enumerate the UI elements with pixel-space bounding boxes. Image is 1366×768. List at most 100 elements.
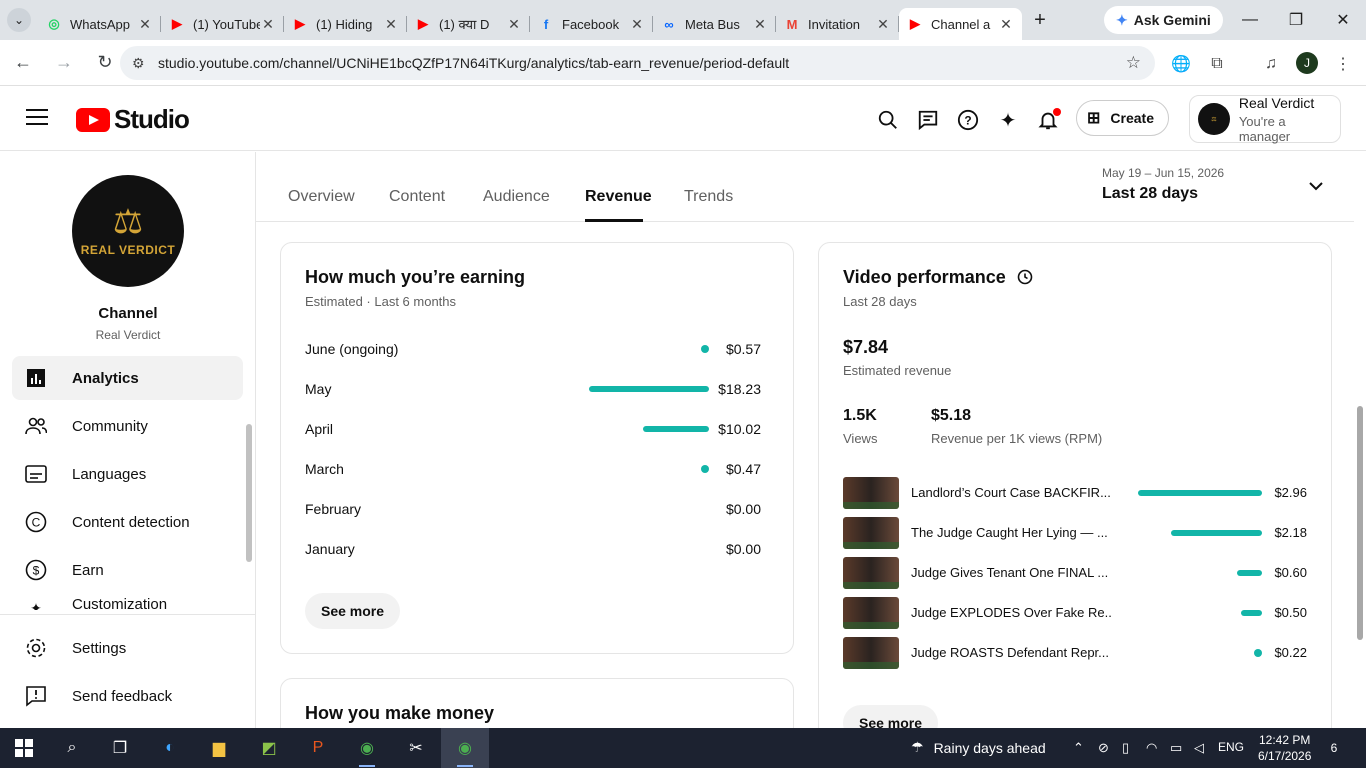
create-button[interactable]: ⊞ Create bbox=[1076, 100, 1169, 136]
video-row[interactable]: Landlord’s Court Case BACKFIR... $2.96 bbox=[843, 477, 1307, 509]
sparkle-icon[interactable]: ✦ bbox=[995, 107, 1021, 133]
period-selector[interactable]: May 19 – Jun 15, 2026 Last 28 days bbox=[1102, 166, 1224, 203]
browser-tab[interactable]: ▶ (1) क्या D ✕ bbox=[407, 8, 530, 40]
tab-overview[interactable]: Overview bbox=[288, 188, 355, 206]
battery-icon[interactable]: ▭ bbox=[1170, 740, 1182, 756]
sidebar-item-content-detection[interactable]: C Content detection bbox=[12, 500, 243, 544]
help-icon[interactable]: ? bbox=[955, 107, 981, 133]
tab-search-button[interactable]: ⌄ bbox=[0, 0, 38, 40]
browser-tab[interactable]: ◎ WhatsApp ✕ bbox=[38, 8, 161, 40]
tab-trends[interactable]: Trends bbox=[684, 188, 733, 206]
earning-see-more-button[interactable]: See more bbox=[305, 593, 401, 629]
video-revenue-bar bbox=[1171, 530, 1262, 536]
browser-profile-avatar[interactable]: J bbox=[1296, 52, 1318, 74]
channel-avatar[interactable]: ⚖ REAL VERDICT bbox=[72, 175, 184, 287]
chrome-icon[interactable]: ◉ bbox=[355, 736, 379, 767]
sidebar-item-customization[interactable]: ✦ Customization bbox=[12, 596, 243, 610]
maximize-button[interactable]: ❐ bbox=[1273, 0, 1319, 40]
notification-center-icon[interactable]: 6 bbox=[1324, 738, 1344, 758]
close-tab-icon[interactable]: ✕ bbox=[137, 16, 153, 33]
analytics-icon bbox=[24, 366, 48, 390]
browser-tab[interactable]: f Facebook ✕ bbox=[530, 8, 653, 40]
powerpoint-icon[interactable]: P bbox=[306, 736, 330, 760]
extensions-puzzle-icon[interactable]: ⧉ bbox=[1205, 52, 1229, 76]
system-clock[interactable]: 12:42 PM 6/17/2026 bbox=[1258, 732, 1311, 764]
reload-button[interactable]: ↻ bbox=[87, 45, 123, 81]
site-info-icon[interactable]: ⚙ bbox=[132, 55, 145, 72]
browser-menu-icon[interactable]: ⋮ bbox=[1331, 52, 1355, 76]
back-button[interactable]: ← bbox=[5, 45, 41, 81]
language-indicator[interactable]: ENG bbox=[1218, 740, 1244, 754]
sidebar-item-settings[interactable]: Settings bbox=[12, 626, 243, 670]
taskbar-search-icon[interactable]: ⌕ bbox=[60, 736, 84, 760]
browser-tab[interactable]: ▶ (1) YouTube ✕ bbox=[161, 8, 284, 40]
browser-tab[interactable]: ▶ Channel a ✕ bbox=[899, 8, 1022, 40]
task-view-icon[interactable]: ❐ bbox=[108, 736, 132, 760]
history-clock-icon[interactable] bbox=[1017, 269, 1033, 290]
earning-month-value: $0.00 bbox=[725, 501, 761, 517]
video-see-more-button[interactable]: See more bbox=[843, 705, 939, 728]
close-tab-icon[interactable]: ✕ bbox=[998, 16, 1014, 33]
tab-audience[interactable]: Audience bbox=[483, 188, 550, 206]
earning-month-label: February bbox=[305, 501, 362, 517]
close-window-button[interactable]: ✕ bbox=[1320, 0, 1366, 40]
close-tab-icon[interactable]: ✕ bbox=[629, 16, 645, 33]
sidebar-item-community[interactable]: Community bbox=[12, 404, 243, 448]
forward-button[interactable]: → bbox=[46, 45, 82, 81]
earning-title: How much you’re earning bbox=[305, 267, 526, 287]
tab-content[interactable]: Content bbox=[389, 188, 445, 206]
chevron-down-icon[interactable] bbox=[1308, 178, 1324, 199]
main-content: Overview Content Audience Revenue Trends… bbox=[256, 152, 1354, 728]
menu-hamburger-icon[interactable] bbox=[26, 109, 48, 130]
edge-browser-icon[interactable]: ◐ bbox=[158, 736, 182, 760]
close-tab-icon[interactable]: ✕ bbox=[506, 16, 522, 33]
bookmark-star-icon[interactable]: ☆ bbox=[1126, 53, 1141, 73]
camtasia-icon[interactable]: ◩ bbox=[257, 736, 281, 760]
sidebar-item-label: Content detection bbox=[72, 513, 190, 531]
video-row[interactable]: The Judge Caught Her Lying — ... $2.18 bbox=[843, 517, 1307, 549]
windows-start-icon[interactable] bbox=[12, 736, 36, 760]
comments-icon[interactable] bbox=[915, 107, 941, 133]
video-row[interactable]: Judge EXPLODES Over Fake Re... $0.50 bbox=[843, 597, 1307, 629]
earning-bar bbox=[589, 386, 709, 392]
sidebar-item-earn[interactable]: $ Earn bbox=[12, 548, 243, 592]
weather-widget[interactable]: ☂ Rainy days ahead bbox=[911, 739, 1046, 756]
media-control-icon[interactable]: ♫ bbox=[1259, 52, 1283, 76]
browser-tab[interactable]: ▶ (1) Hiding ✕ bbox=[284, 8, 407, 40]
wifi-icon[interactable]: ◠ bbox=[1146, 740, 1157, 756]
close-tab-icon[interactable]: ✕ bbox=[383, 16, 399, 33]
create-label: Create bbox=[1110, 110, 1154, 126]
earning-bar bbox=[643, 426, 709, 432]
new-tab-button[interactable]: + bbox=[1022, 9, 1058, 32]
chrome-profile-icon[interactable]: ◉ bbox=[453, 736, 477, 767]
account-switcher[interactable]: ⚖ Real Verdict You're a manager bbox=[1189, 95, 1341, 144]
sidebar-item-label: Send feedback bbox=[72, 687, 173, 705]
sidebar-scrollbar[interactable] bbox=[246, 424, 252, 562]
file-explorer-icon[interactable]: ▆ bbox=[207, 736, 231, 760]
notifications-bell-icon[interactable] bbox=[1035, 107, 1061, 133]
tray-chevron-up-icon[interactable]: ⌃ bbox=[1073, 740, 1084, 756]
sidebar-item-analytics[interactable]: Analytics bbox=[12, 356, 243, 400]
search-icon[interactable] bbox=[875, 107, 901, 133]
studio-logo[interactable]: Studio bbox=[76, 104, 190, 135]
video-row[interactable]: Judge Gives Tenant One FINAL ... $0.60 bbox=[843, 557, 1307, 589]
browser-tab[interactable]: ∞ Meta Bus ✕ bbox=[653, 8, 776, 40]
url-bar[interactable]: ⚙ studio.youtube.com/channel/UCNiHE1bcQZ… bbox=[120, 46, 1155, 80]
video-row[interactable]: Judge ROASTS Defendant Repr... $0.22 bbox=[843, 637, 1307, 669]
video-performance-subtitle: Last 28 days bbox=[843, 294, 917, 309]
main-scrollbar[interactable] bbox=[1357, 406, 1363, 640]
tray-device-icon[interactable]: ▯ bbox=[1122, 740, 1129, 756]
sidebar-item-languages[interactable]: Languages bbox=[12, 452, 243, 496]
tray-app-icon[interactable]: ⊘ bbox=[1098, 740, 1109, 756]
close-tab-icon[interactable]: ✕ bbox=[260, 16, 276, 33]
volume-icon[interactable]: ◁ bbox=[1194, 740, 1204, 756]
close-tab-icon[interactable]: ✕ bbox=[875, 16, 891, 33]
extension-globe-icon[interactable]: 🌐 bbox=[1169, 52, 1193, 76]
browser-tab[interactable]: M Invitation ✕ bbox=[776, 8, 899, 40]
tab-revenue[interactable]: Revenue bbox=[585, 188, 652, 206]
ask-gemini-button[interactable]: ✦ Ask Gemini bbox=[1104, 6, 1223, 34]
capcut-icon[interactable]: ✂ bbox=[404, 736, 428, 760]
close-tab-icon[interactable]: ✕ bbox=[752, 16, 768, 33]
sidebar-item-send-feedback[interactable]: Send feedback bbox=[12, 674, 243, 718]
minimize-button[interactable]: — bbox=[1227, 0, 1273, 40]
